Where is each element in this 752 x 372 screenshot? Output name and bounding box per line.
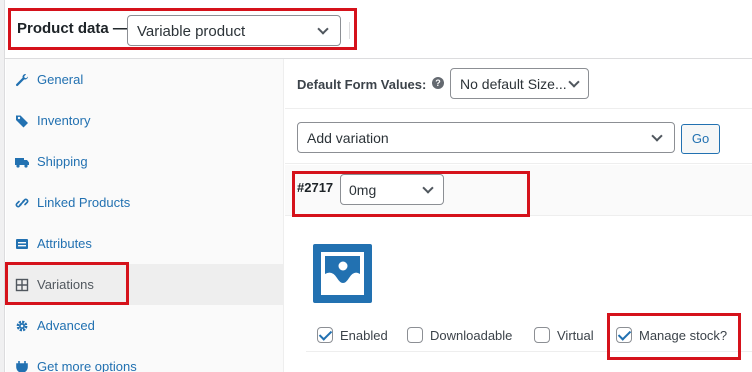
plugin-icon	[15, 360, 29, 372]
checkbox-box[interactable]	[317, 327, 333, 343]
manage-stock-checkbox[interactable]: Manage stock?	[616, 327, 727, 343]
variation-id: #2717	[297, 180, 334, 195]
chevron-down-icon	[317, 23, 329, 35]
chevron-down-icon	[422, 182, 434, 194]
tab-label: Advanced	[37, 318, 95, 333]
grid-icon	[15, 278, 29, 292]
product-type-value: Variable product	[137, 23, 246, 40]
tab-label: Inventory	[37, 113, 91, 128]
variation-size-select[interactable]: 0mg	[340, 174, 444, 205]
default-size-select[interactable]: No default Size...	[450, 68, 589, 99]
gear-icon	[15, 319, 29, 333]
variation-size-value: 0mg	[349, 182, 377, 198]
go-button[interactable]: Go	[681, 124, 720, 154]
product-data-title: Product data —	[17, 20, 128, 37]
checkbox-label: Virtual	[557, 327, 594, 343]
header-divider	[349, 22, 350, 39]
default-form-values-row: Default Form Values: ? No default Size..…	[285, 59, 752, 109]
tab-variations[interactable]: Variations	[6, 264, 283, 305]
variation-header-row[interactable]: #2717 0mg	[285, 165, 752, 216]
list-icon	[15, 237, 29, 251]
tab-label: Attributes	[37, 236, 92, 251]
divider	[306, 351, 752, 352]
help-icon[interactable]: ?	[432, 77, 444, 89]
tab-attributes[interactable]: Attributes	[6, 223, 283, 264]
checkbox-label: Manage stock?	[639, 327, 728, 343]
tab-inventory[interactable]: Inventory	[6, 100, 283, 141]
tab-label: Get more options	[37, 359, 137, 372]
product-data-header: Product data — Variable product	[5, 0, 752, 59]
downloadable-checkbox[interactable]: Downloadable	[407, 327, 512, 343]
chevron-down-icon	[568, 76, 580, 88]
tab-get-more-options[interactable]: Get more options	[6, 346, 283, 372]
tab-label: Linked Products	[37, 195, 131, 210]
link-icon	[15, 196, 29, 210]
enabled-checkbox[interactable]: Enabled	[317, 327, 388, 343]
tab-general[interactable]: General	[6, 59, 283, 100]
checkbox-box[interactable]	[407, 327, 423, 343]
tag-icon	[15, 114, 29, 128]
truck-icon	[15, 155, 29, 169]
tab-shipping[interactable]: Shipping	[6, 141, 283, 182]
virtual-checkbox[interactable]: Virtual	[534, 327, 594, 343]
checkbox-box[interactable]	[534, 327, 550, 343]
checkbox-box[interactable]	[616, 327, 632, 343]
default-size-value: No default Size...	[460, 76, 567, 92]
image-placeholder-icon	[321, 252, 364, 295]
variation-body: Enabled Downloadable Virtual Manage stoc…	[285, 217, 752, 372]
chevron-down-icon	[651, 130, 663, 142]
tab-label: General	[37, 72, 84, 87]
tab-label: Shipping	[37, 154, 88, 169]
add-variation-row: Add variation Go	[285, 110, 752, 164]
add-variation-value: Add variation	[307, 130, 389, 146]
wrench-icon	[15, 73, 29, 87]
checkbox-label: Enabled	[340, 327, 388, 343]
checkbox-label: Downloadable	[430, 327, 513, 343]
default-form-values-label: Default Form Values:	[297, 77, 427, 92]
product-data-tabs: General Inventory Shipping Linked Produc…	[6, 59, 284, 372]
variation-image-upload[interactable]	[313, 244, 372, 303]
tab-advanced[interactable]: Advanced	[6, 305, 283, 346]
tab-linked-products[interactable]: Linked Products	[6, 182, 283, 223]
tab-label: Variations	[37, 277, 94, 292]
add-variation-select[interactable]: Add variation	[297, 122, 675, 153]
product-type-select[interactable]: Variable product	[127, 15, 341, 46]
